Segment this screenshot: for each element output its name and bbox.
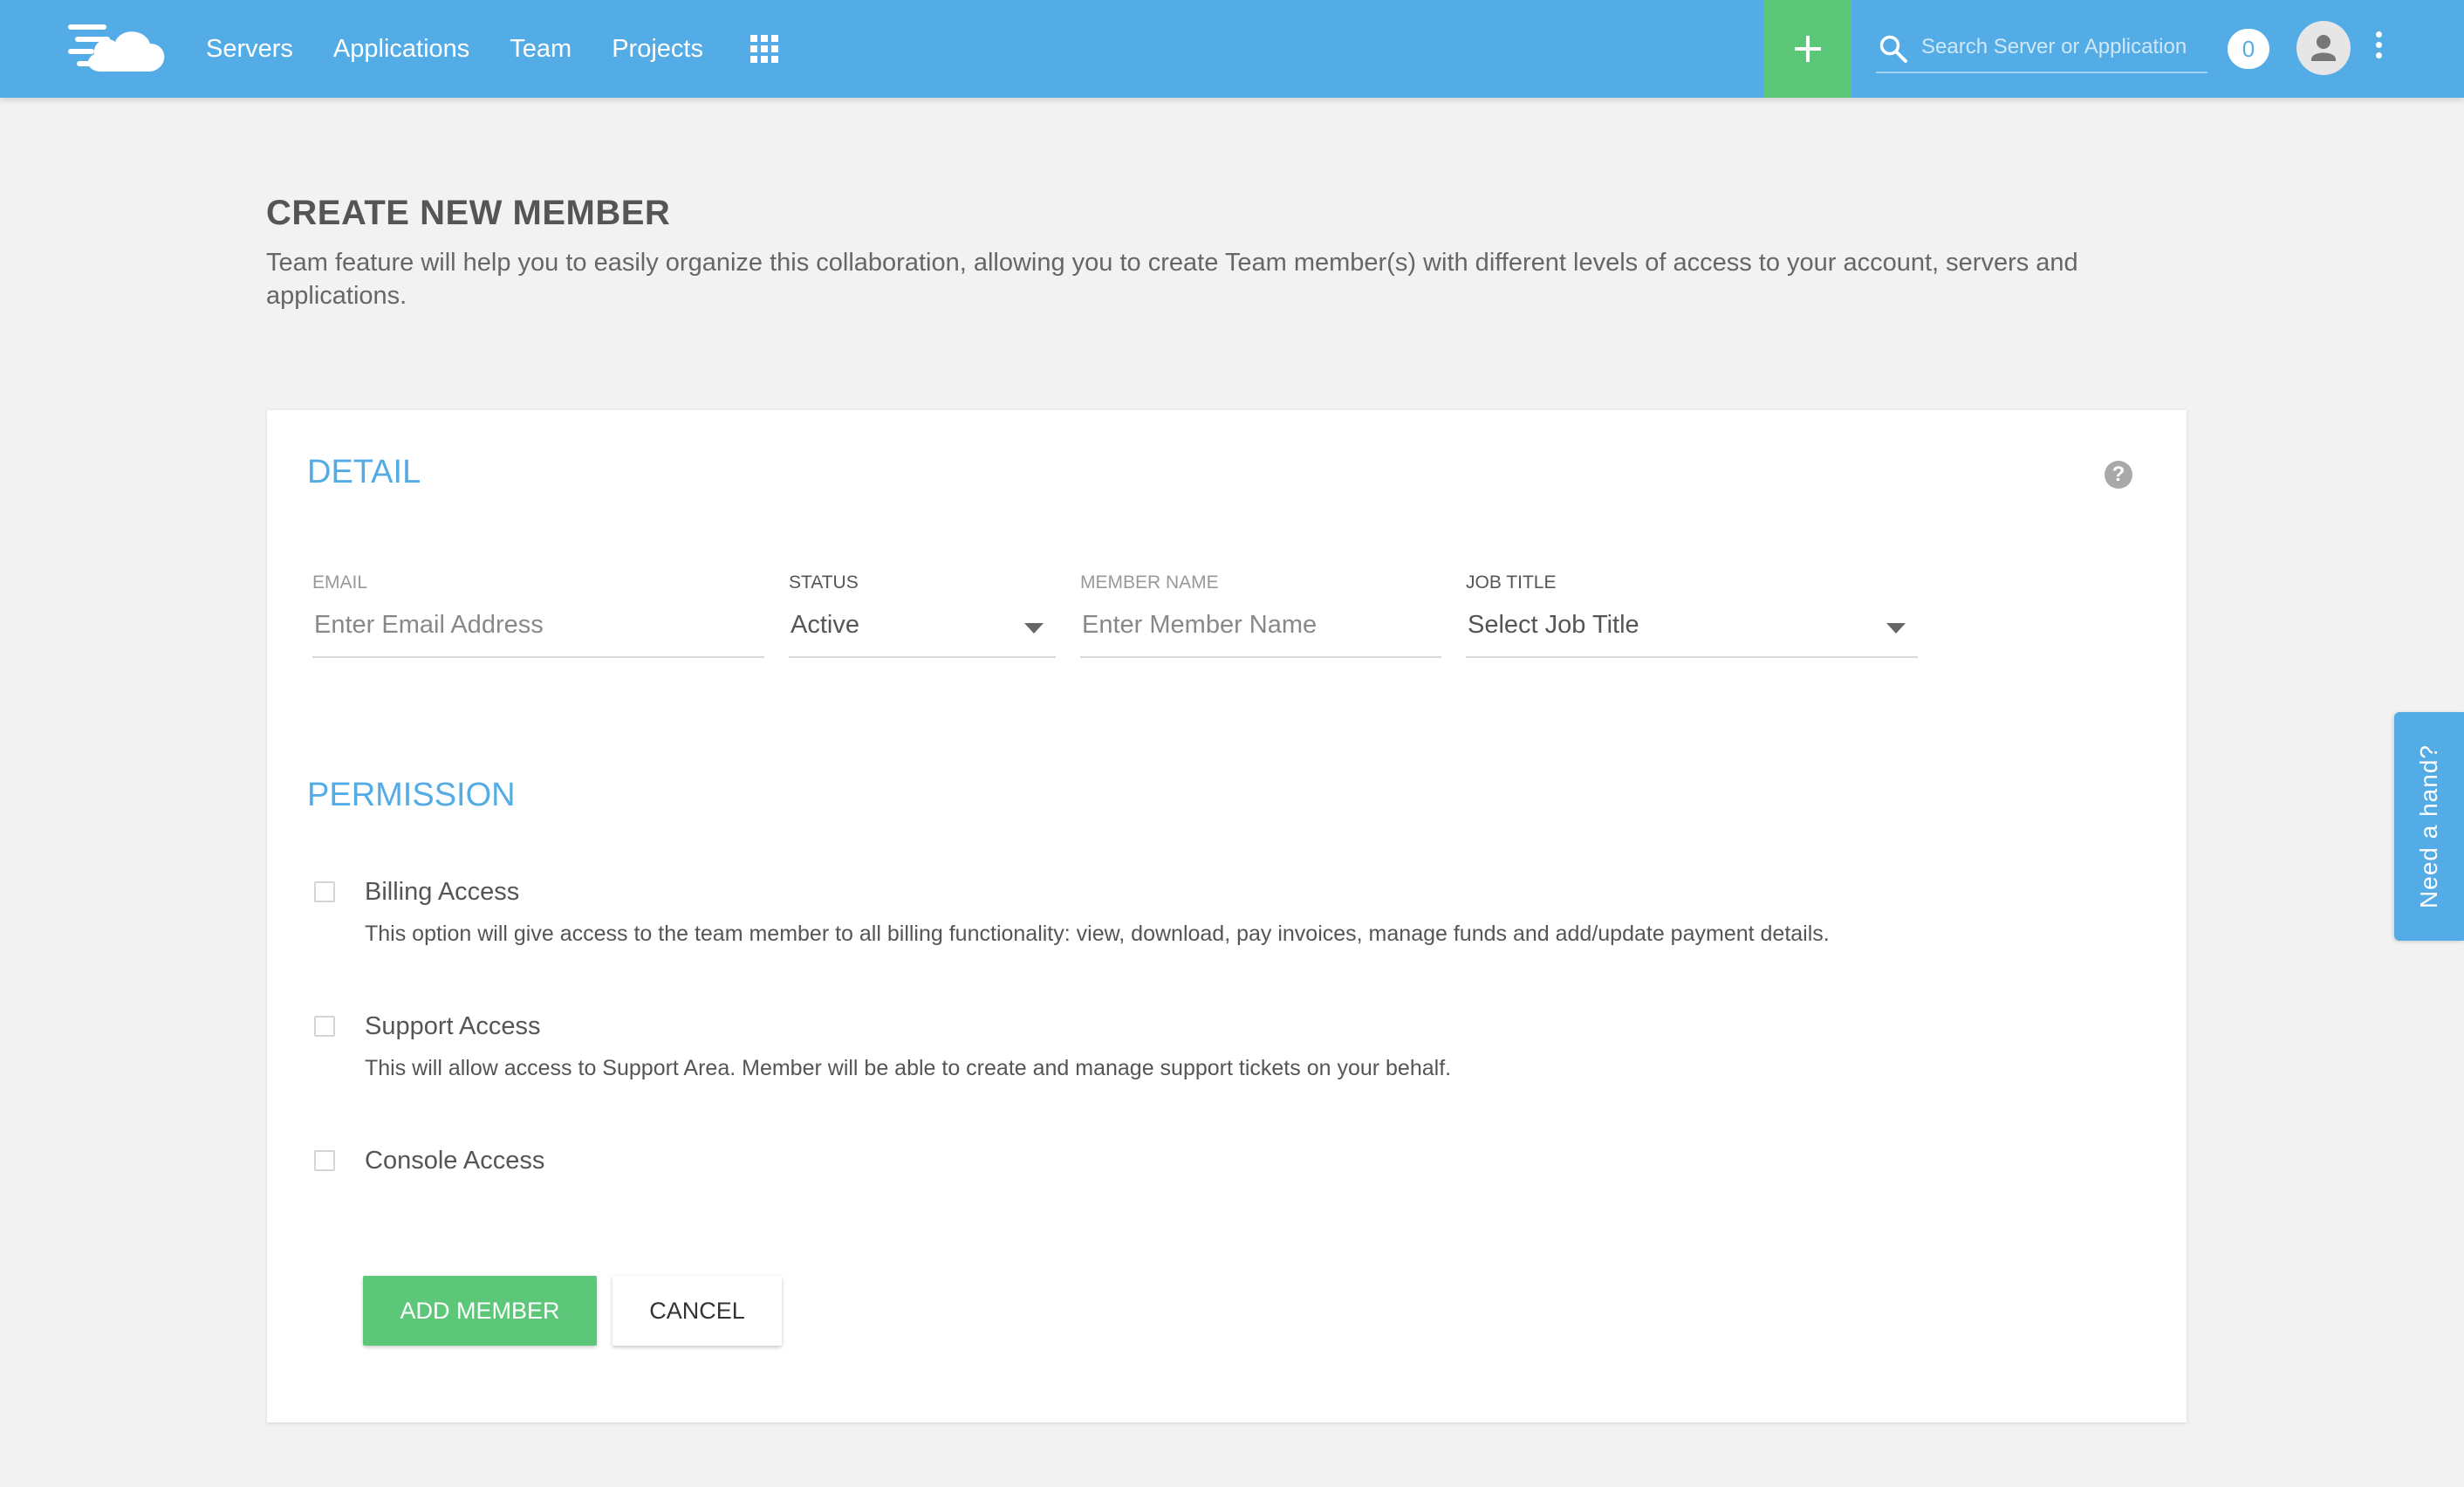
job-title-select[interactable]: Select Job Title	[1466, 597, 1918, 658]
detail-section-title: DETAIL	[307, 454, 421, 490]
top-navigation-bar: Servers Applications Team Projects 0	[0, 0, 2464, 98]
support-access-description: This will allow access to Support Area. …	[365, 1056, 1452, 1080]
search-input[interactable]	[1921, 30, 2202, 65]
nav-servers[interactable]: Servers	[206, 35, 293, 64]
job-title-value: Select Job Title	[1468, 611, 1639, 639]
caret-down-icon	[1886, 623, 1906, 634]
search-icon[interactable]	[1878, 33, 1909, 65]
status-value: Active	[791, 611, 859, 639]
nav-projects[interactable]: Projects	[612, 35, 703, 64]
member-name-field-group: MEMBER NAME	[1080, 572, 1441, 658]
more-vertical-icon[interactable]	[2370, 31, 2387, 66]
add-button[interactable]	[1764, 0, 1851, 98]
add-member-button[interactable]: ADD MEMBER	[363, 1276, 597, 1346]
permission-item-console: Console Access	[314, 1147, 2059, 1190]
nav-applications[interactable]: Applications	[333, 35, 469, 64]
user-icon	[2311, 35, 2336, 61]
job-title-field-group: JOB TITLE Select Job Title	[1466, 572, 1918, 658]
email-field-group: EMAIL	[312, 572, 764, 658]
main-nav: Servers Applications Team Projects	[206, 0, 743, 98]
job-title-label: JOB TITLE	[1466, 572, 1557, 593]
page-title: CREATE NEW MEMBER	[266, 194, 671, 232]
console-access-title: Console Access	[365, 1147, 545, 1175]
billing-access-title: Billing Access	[365, 878, 520, 906]
need-help-tab[interactable]: Need a hand?	[2394, 712, 2464, 941]
need-help-label: Need a hand?	[2415, 744, 2442, 908]
support-access-checkbox[interactable]	[314, 1016, 335, 1037]
nav-team[interactable]: Team	[510, 35, 572, 64]
permission-item-billing: Billing Access This option will give acc…	[314, 878, 2059, 965]
billing-access-checkbox[interactable]	[314, 881, 335, 902]
permission-section-title: PERMISSION	[307, 777, 516, 813]
page-description: Team feature will help you to easily org…	[266, 249, 2078, 310]
question-circle-icon[interactable]: ?	[2105, 461, 2132, 489]
email-field[interactable]	[314, 607, 744, 642]
status-field-group: STATUS Active	[789, 572, 1056, 658]
permission-item-support: Support Access This will allow access to…	[314, 1012, 2059, 1100]
console-access-checkbox[interactable]	[314, 1150, 335, 1171]
notification-count-badge[interactable]: 0	[2228, 29, 2269, 69]
search-bar	[1876, 23, 2207, 73]
billing-access-description: This option will give access to the team…	[365, 922, 1830, 946]
cloud-logo-icon[interactable]	[68, 17, 173, 79]
plus-icon	[1795, 36, 1821, 62]
grid-icon[interactable]	[749, 33, 780, 65]
member-name-label: MEMBER NAME	[1080, 572, 1219, 593]
caret-down-icon	[1024, 623, 1044, 634]
create-member-card: DETAIL ? EMAIL STATUS Active MEMBER NAME…	[267, 410, 2187, 1422]
member-name-field[interactable]	[1082, 607, 1426, 642]
status-label: STATUS	[789, 572, 859, 593]
support-access-title: Support Access	[365, 1012, 541, 1040]
cancel-button[interactable]: CANCEL	[613, 1276, 782, 1346]
avatar[interactable]	[2296, 21, 2351, 75]
status-select[interactable]: Active	[789, 597, 1056, 658]
email-label: EMAIL	[312, 572, 368, 593]
